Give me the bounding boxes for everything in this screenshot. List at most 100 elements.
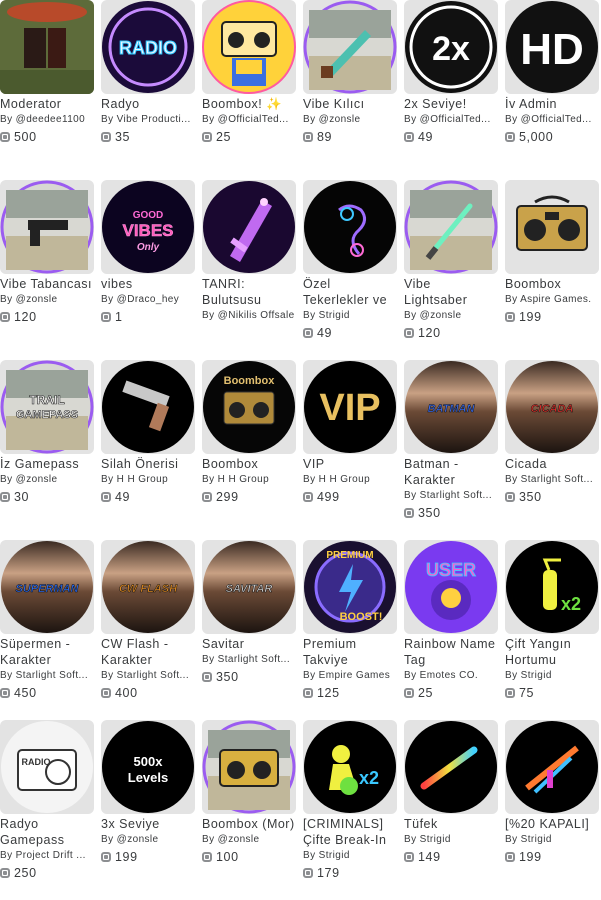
gamepass-name[interactable]: Çift Yangın Hortumu (505, 636, 599, 668)
gamepass-name[interactable]: Savitar (202, 636, 296, 652)
creator-link[interactable]: H H Group (117, 474, 168, 485)
gamepass-name[interactable]: Boombox (202, 456, 296, 472)
gamepass-thumbnail[interactable]: x2 (505, 540, 599, 634)
creator-link[interactable]: Emotes CO. (420, 670, 478, 681)
gamepass-name[interactable]: Batman - Karakter (404, 456, 498, 488)
gamepass-thumbnail[interactable] (202, 720, 296, 814)
gamepass-name[interactable]: Silah Önerisi (101, 456, 195, 472)
creator-link[interactable]: Aspire Games. (520, 294, 591, 305)
gamepass-name[interactable]: Cicada (505, 456, 599, 472)
creator-link[interactable]: @deedee1100 (16, 114, 85, 125)
gamepass-name[interactable]: CW Flash - Karakter (101, 636, 195, 668)
creator-link[interactable]: Strigid (420, 834, 451, 845)
gamepass-name[interactable]: 3x Seviye (101, 816, 195, 832)
gamepass-name[interactable]: [%20 KAPALI] (505, 816, 599, 832)
gamepass-name[interactable]: Tüfek (404, 816, 498, 832)
creator-link[interactable]: @OfficialTed... (521, 114, 592, 125)
gamepass-name[interactable]: 2x Seviye! (404, 96, 498, 112)
gamepass-card[interactable]: CW FLASH CW Flash - Karakter By Starlight … (101, 540, 195, 720)
gamepass-thumbnail[interactable]: 2x (404, 0, 498, 94)
gamepass-name[interactable]: İz Gamepass (0, 456, 94, 472)
creator-link[interactable]: Strigid (521, 670, 552, 681)
creator-link[interactable]: Project Drift ... (16, 850, 86, 861)
creator-link[interactable]: @OfficialTed... (218, 114, 289, 125)
gamepass-card[interactable]: RADIO Radyo Gamepass By Project Drift ... 2… (0, 720, 94, 900)
creator-link[interactable]: @OfficialTed... (420, 114, 491, 125)
gamepass-card[interactable]: RADIO Radyo By Vibe Producti... 35 (101, 0, 195, 180)
gamepass-card[interactable]: Vibe Kılıcı By @zonsle 89 (303, 0, 397, 180)
gamepass-name[interactable]: TANRI: Bulutsusu (202, 276, 296, 308)
creator-link[interactable]: H H Group (319, 474, 370, 485)
gamepass-name[interactable]: Rainbow Name Tag (404, 636, 498, 668)
creator-link[interactable]: Starlight Soft... (521, 474, 593, 485)
gamepass-card[interactable]: x2 Çift Yangın Hortumu By Strigid 75 (505, 540, 599, 720)
gamepass-thumbnail[interactable]: 500x Levels (101, 720, 195, 814)
gamepass-thumbnail[interactable]: RADIO (101, 0, 195, 94)
gamepass-name[interactable]: [CRIMINALS] Çifte Break-In (303, 816, 397, 848)
creator-link[interactable]: @Nikilis Offsale (218, 310, 295, 321)
creator-link[interactable]: Starlight Soft... (16, 670, 88, 681)
creator-link[interactable]: @Draco_hey (117, 294, 180, 305)
creator-link[interactable]: Starlight Soft... (218, 654, 290, 665)
gamepass-card[interactable]: Vibe Tabancası By @zonsle 120 (0, 180, 94, 360)
creator-link[interactable]: Starlight Soft... (420, 490, 492, 501)
gamepass-thumbnail[interactable] (404, 720, 498, 814)
gamepass-thumbnail[interactable]: HD (505, 0, 599, 94)
gamepass-card[interactable]: 2x 2x Seviye! By @OfficialTed... 49 (404, 0, 498, 180)
creator-link[interactable]: Vibe Producti... (117, 114, 191, 125)
gamepass-card[interactable]: BATMAN Batman - Karakter By Starlight Soft… (404, 360, 498, 540)
gamepass-card[interactable]: Boombox By Aspire Games. 199 (505, 180, 599, 360)
creator-link[interactable]: @zonsle (319, 114, 361, 125)
gamepass-name[interactable]: Radyo Gamepass (0, 816, 94, 848)
gamepass-card[interactable]: Boombox Boombox By H H Group 299 (202, 360, 296, 540)
gamepass-thumbnail[interactable]: Boombox (202, 360, 296, 454)
gamepass-card[interactable]: TRAIL GAMEPASS İz Gamepass By @zonsle 30 (0, 360, 94, 540)
creator-link[interactable]: @zonsle (16, 294, 58, 305)
creator-link[interactable]: @zonsle (16, 474, 58, 485)
gamepass-name[interactable]: İv Admin (505, 96, 599, 112)
gamepass-name[interactable]: Vibe Kılıcı (303, 96, 397, 112)
creator-link[interactable]: Strigid (319, 310, 350, 321)
gamepass-name[interactable]: Vibe Tabancası (0, 276, 94, 292)
gamepass-card[interactable]: CICADA Cicada By Starlight Soft... 350 (505, 360, 599, 540)
gamepass-thumbnail[interactable]: VIP (303, 360, 397, 454)
gamepass-name[interactable]: vibes (101, 276, 195, 292)
creator-link[interactable]: Starlight Soft... (117, 670, 189, 681)
gamepass-card[interactable]: 500x Levels 3x Seviye By @zonsle 199 (101, 720, 195, 900)
gamepass-card[interactable]: PREMIUM BOOST! Premium Takviye By Empire Ga… (303, 540, 397, 720)
gamepass-thumbnail[interactable]: CICADA (505, 360, 599, 454)
creator-link[interactable]: Strigid (521, 834, 552, 845)
gamepass-thumbnail[interactable]: BATMAN (404, 360, 498, 454)
gamepass-thumbnail[interactable] (505, 720, 599, 814)
gamepass-name[interactable]: Süpermen - Karakter (0, 636, 94, 668)
gamepass-name[interactable]: Premium Takviye (303, 636, 397, 668)
creator-link[interactable]: @zonsle (218, 834, 260, 845)
gamepass-card[interactable]: Boombox (Mor) By @zonsle 100 (202, 720, 296, 900)
gamepass-thumbnail[interactable]: USER (404, 540, 498, 634)
creator-link[interactable]: @zonsle (117, 834, 159, 845)
gamepass-card[interactable]: SUPERMAN Süpermen - Karakter By Starlight … (0, 540, 94, 720)
creator-link[interactable]: @zonsle (420, 310, 462, 321)
gamepass-name[interactable]: Radyo (101, 96, 195, 112)
gamepass-card[interactable]: USER Rainbow Name Tag By Emotes CO. 25 (404, 540, 498, 720)
gamepass-thumbnail[interactable] (0, 180, 94, 274)
gamepass-thumbnail[interactable] (0, 0, 94, 94)
gamepass-thumbnail[interactable]: SUPERMAN (0, 540, 94, 634)
gamepass-card[interactable]: VIP VIP By H H Group 499 (303, 360, 397, 540)
creator-link[interactable]: H H Group (218, 474, 269, 485)
gamepass-name[interactable]: Moderator (0, 96, 94, 112)
gamepass-card[interactable]: SAVITAR Savitar By Starlight Soft... 350 (202, 540, 296, 720)
creator-link[interactable]: Empire Games (319, 670, 391, 681)
gamepass-thumbnail[interactable]: TRAIL GAMEPASS (0, 360, 94, 454)
gamepass-thumbnail[interactable]: RADIO (0, 720, 94, 814)
gamepass-card[interactable]: x2 [CRIMINALS] Çifte Break-In By Strigid 17… (303, 720, 397, 900)
gamepass-name[interactable]: Özel Tekerlekler ve (303, 276, 397, 308)
gamepass-thumbnail[interactable]: PREMIUM BOOST! (303, 540, 397, 634)
gamepass-thumbnail[interactable] (505, 180, 599, 274)
gamepass-card[interactable]: Özel Tekerlekler ve By Strigid 49 (303, 180, 397, 360)
gamepass-thumbnail[interactable] (303, 0, 397, 94)
gamepass-name[interactable]: Vibe Lightsaber (404, 276, 498, 308)
gamepass-thumbnail[interactable] (202, 0, 296, 94)
gamepass-card[interactable]: Silah Önerisi By H H Group 49 (101, 360, 195, 540)
gamepass-thumbnail[interactable] (404, 180, 498, 274)
